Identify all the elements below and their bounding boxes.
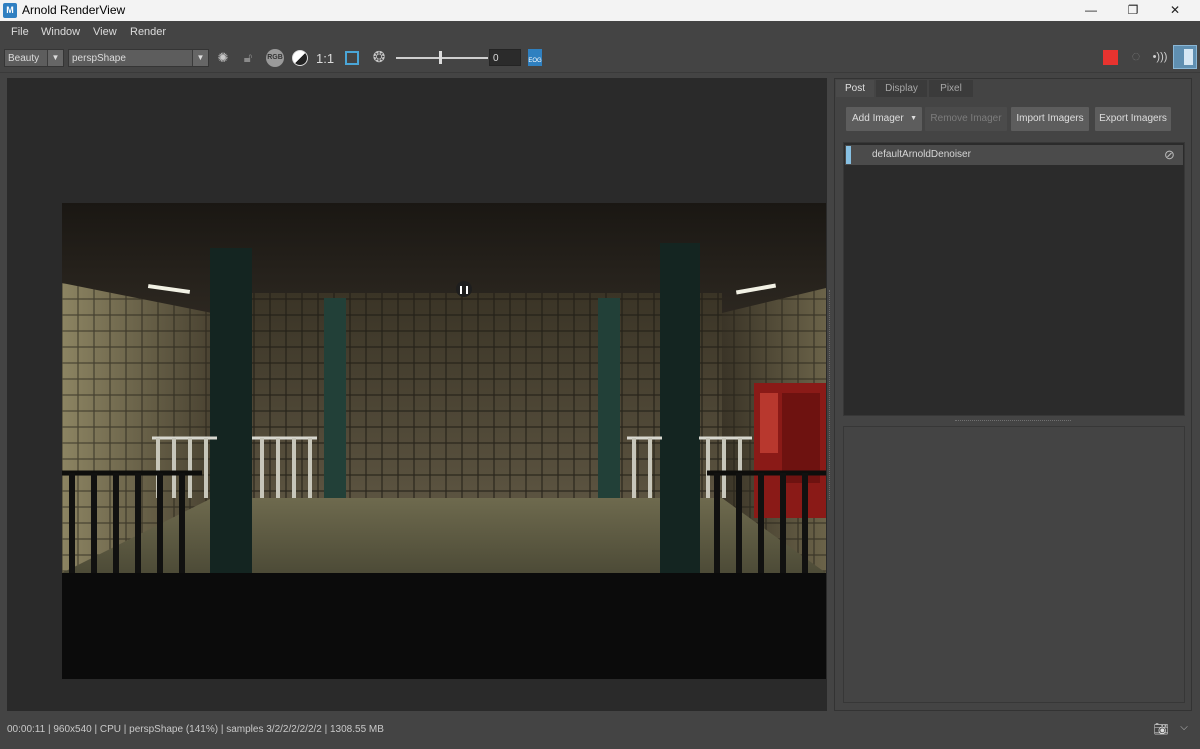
imager-selection-marker [846,146,851,164]
aperture-icon[interactable]: ❂ [370,49,388,67]
camera-value: perspShape [72,53,126,64]
chevron-down-icon: ▼ [910,115,917,122]
tab-post[interactable]: Post [836,80,874,97]
chevron-down-icon: ▼ [192,50,208,66]
imager-panel: Post Display Pixel Add Imager ▼ Remove I… [834,78,1192,711]
menu-render[interactable]: Render [130,26,166,38]
region-icon[interactable] [345,51,359,65]
title-bar: M Arnold RenderView — ❐ ✕ [0,0,1200,21]
panel-splitter[interactable] [955,420,1071,422]
camera-dropdown[interactable]: perspShape ▼ [68,49,209,67]
restore-button[interactable]: ❐ [1113,0,1153,21]
add-imager-label: Add Imager [852,113,904,124]
chevron-down-icon: ▼ [47,50,63,66]
exposure-slider[interactable] [396,57,488,59]
status-bar: 00:00:11 | 960x540 | CPU | perspShape (1… [0,716,1200,749]
imager-name: defaultArnoldDenoiser [872,149,971,160]
window-title: Arnold RenderView [22,3,126,17]
exposure-slider-handle[interactable] [439,51,442,64]
menu-file[interactable]: File [11,26,29,38]
tab-pixel[interactable]: Pixel [929,80,973,97]
panel-toggle-icon[interactable] [1173,45,1197,69]
exposure-field[interactable]: 0 [489,49,521,66]
imager-list: defaultArnoldDenoiser ⊘ [843,142,1185,416]
menu-bar: File Window View Render [0,21,1200,43]
render-viewport[interactable] [7,78,827,711]
close-button[interactable]: ✕ [1155,0,1195,21]
aov-dropdown[interactable]: Beauty ▼ [4,49,64,67]
lock-icon[interactable]: 🔓︎ [239,49,257,67]
menu-view[interactable]: View [93,26,117,38]
render-image [62,203,826,679]
viewport-splitter[interactable] [829,290,831,500]
ocio-icon[interactable]: EOG [528,49,542,66]
tab-display[interactable]: Display [876,80,927,97]
minimize-button[interactable]: — [1071,0,1111,21]
stop-icon[interactable] [1103,50,1118,65]
app-icon: M [3,3,17,18]
remove-imager-button[interactable]: Remove Imager [925,107,1007,131]
import-imagers-button[interactable]: Import Imagers [1011,107,1089,131]
ratio-button[interactable]: 1:1 [316,51,334,66]
sun-icon[interactable]: ✺ [214,49,232,67]
menu-window[interactable]: Window [41,26,80,38]
ipr-icon[interactable]: •))) [1150,48,1170,66]
add-imager-button[interactable]: Add Imager ▼ [846,107,922,131]
half-circle-icon[interactable] [292,50,308,66]
imager-row[interactable]: defaultArnoldDenoiser ⊘ [845,145,1183,165]
rgb-icon[interactable]: RGB [266,49,284,67]
toolbar: Beauty ▼ perspShape ▼ ✺ 🔓︎ RGB 1:1 ❂ [0,43,1200,73]
refresh-icon[interactable]: ◌ [1127,48,1145,66]
camera-icon[interactable]: 📷︎ [1153,721,1169,737]
aov-value: Beauty [8,53,40,64]
imager-attributes-area [843,426,1185,703]
chevron-down-icon[interactable]: ⌵ [1177,720,1191,736]
export-imagers-button[interactable]: Export Imagers [1095,107,1171,131]
disable-icon[interactable]: ⊘ [1162,147,1177,162]
status-text: 00:00:11 | 960x540 | CPU | perspShape (1… [7,724,384,735]
